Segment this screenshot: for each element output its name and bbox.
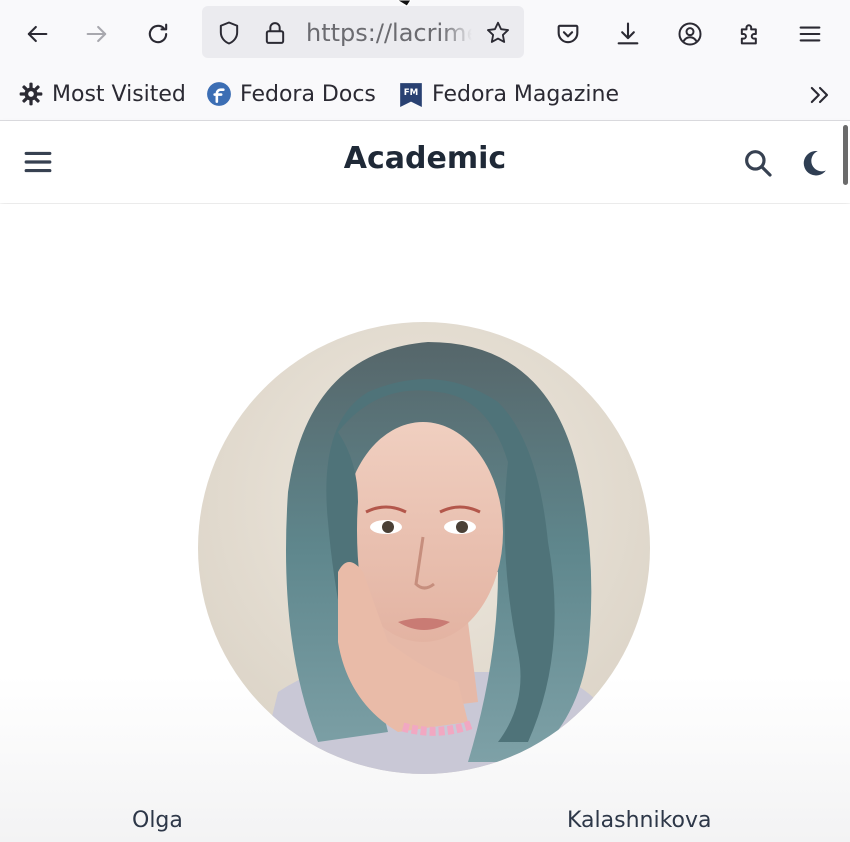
- fedora-magazine-icon: FM: [398, 81, 424, 107]
- account-icon: [678, 22, 702, 46]
- bookmarks-overflow-button[interactable]: [804, 80, 836, 110]
- reload-icon: [148, 23, 168, 44]
- forward-button[interactable]: [77, 14, 117, 54]
- puzzle-piece-icon: [740, 24, 757, 45]
- pocket-icon: [557, 24, 579, 44]
- download-icon: [617, 22, 639, 45]
- profile-last-name: Kalashnikova: [567, 808, 712, 833]
- gear-icon: [18, 81, 44, 107]
- url-bar[interactable]: https://lacrimeb: [202, 6, 524, 58]
- arrow-right-icon: [86, 25, 107, 43]
- page-scrollbar[interactable]: [843, 125, 848, 185]
- browser-toolbar: https://lacrimeb: [0, 0, 850, 68]
- mouse-cursor-icon: [397, 0, 412, 7]
- app-menu-button[interactable]: [790, 14, 830, 54]
- site-navbar: Academic: [0, 121, 850, 203]
- downloads-button[interactable]: [608, 14, 648, 54]
- bookmark-label: Fedora Docs: [240, 81, 376, 107]
- dark-mode-toggle[interactable]: [794, 143, 834, 183]
- tracking-protection-shield-icon[interactable]: [214, 18, 244, 48]
- back-button[interactable]: [17, 14, 57, 54]
- profile-photo: [198, 322, 650, 774]
- site-title[interactable]: Academic: [0, 141, 850, 176]
- profile-first-name: Olga: [132, 808, 183, 833]
- extensions-button[interactable]: [730, 14, 770, 54]
- arrow-left-icon: [27, 25, 48, 43]
- reload-button[interactable]: [138, 14, 178, 54]
- fedora-icon: [206, 81, 232, 107]
- bookmarks-toolbar: Most Visited Fedora Docs FM Fedora Magaz…: [0, 68, 850, 121]
- chevron-double-right-icon: [810, 86, 829, 104]
- search-icon: [745, 150, 772, 177]
- account-button[interactable]: [670, 14, 710, 54]
- hamburger-menu-icon: [799, 26, 821, 42]
- bookmark-label: Most Visited: [52, 81, 186, 107]
- avatar: [198, 322, 650, 774]
- moon-icon: [803, 150, 826, 176]
- fm-badge-text: FM: [404, 88, 419, 98]
- bookmark-label: Fedora Magazine: [432, 81, 619, 107]
- bookmark-star-icon[interactable]: [483, 18, 513, 48]
- bookmark-fedora-docs[interactable]: Fedora Docs: [206, 76, 376, 112]
- bookmark-most-visited[interactable]: Most Visited: [18, 76, 186, 112]
- lock-icon[interactable]: [260, 18, 290, 48]
- pocket-button[interactable]: [548, 14, 588, 54]
- url-text[interactable]: https://lacrimeb: [306, 19, 472, 49]
- bookmark-fedora-magazine[interactable]: FM Fedora Magazine: [398, 76, 619, 112]
- site-search-button[interactable]: [738, 143, 778, 183]
